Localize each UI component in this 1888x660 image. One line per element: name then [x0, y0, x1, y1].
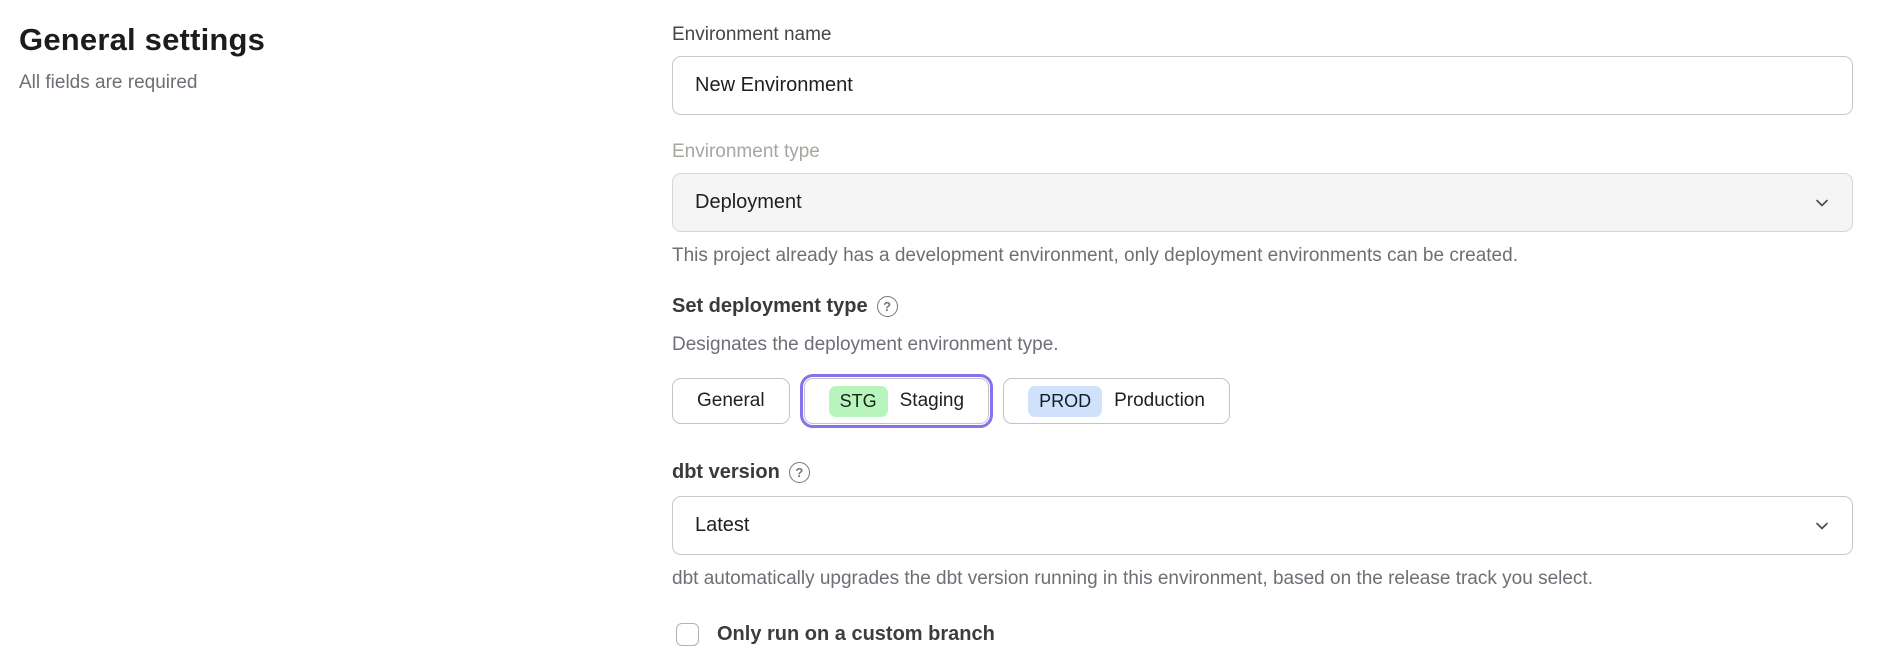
staging-badge: STG — [829, 386, 888, 417]
selected-option-ring: STG Staging — [800, 374, 993, 428]
environment-name-input[interactable] — [672, 56, 1853, 115]
environment-type-field: Environment type Deployment This project… — [672, 141, 1853, 267]
question-mark-circle-icon[interactable]: ? — [877, 296, 898, 317]
question-mark-circle-icon[interactable]: ? — [789, 462, 810, 483]
general-button-label: General — [697, 390, 765, 412]
environment-name-field: Environment name — [672, 24, 1853, 115]
environment-type-select: Deployment — [672, 173, 1853, 232]
dbt-version-section: dbt version ? Latest dbt automatically u… — [672, 461, 1853, 590]
environment-name-label: Environment name — [672, 24, 1853, 46]
deployment-type-heading-text: Set deployment type — [672, 295, 868, 318]
environment-settings-page: General settings All fields are required… — [0, 0, 1888, 660]
custom-branch-checkbox[interactable] — [676, 623, 699, 646]
custom-branch-label: Only run on a custom branch — [717, 623, 995, 646]
chevron-down-icon — [1814, 518, 1830, 534]
dbt-version-heading-text: dbt version — [672, 461, 780, 484]
dbt-version-helper: dbt automatically upgrades the dbt versi… — [672, 568, 1853, 590]
page-subtitle: All fields are required — [19, 72, 619, 94]
deployment-type-staging-button[interactable]: STG Staging — [804, 378, 989, 424]
environment-type-value: Deployment — [695, 191, 802, 214]
dbt-version-value: Latest — [695, 514, 749, 537]
deployment-type-section: Set deployment type ? Designates the dep… — [672, 295, 1853, 428]
production-button-label: Production — [1114, 390, 1205, 412]
deployment-type-heading: Set deployment type ? — [672, 295, 1853, 318]
deployment-type-production-button[interactable]: PROD Production — [1003, 378, 1230, 424]
environment-form: Environment name Environment type Deploy… — [672, 22, 1853, 646]
environment-type-label: Environment type — [672, 141, 1853, 163]
deployment-type-general-button[interactable]: General — [672, 378, 790, 424]
deployment-type-options: General STG Staging PROD Production — [672, 374, 1853, 428]
settings-header: General settings All fields are required — [19, 22, 619, 94]
dbt-version-heading: dbt version ? — [672, 461, 1853, 484]
environment-type-helper: This project already has a development e… — [672, 245, 1853, 267]
deployment-type-description: Designates the deployment environment ty… — [672, 334, 1853, 356]
staging-button-label: Staging — [900, 390, 964, 412]
chevron-down-icon — [1814, 195, 1830, 211]
dbt-version-select[interactable]: Latest — [672, 496, 1853, 555]
production-badge: PROD — [1028, 386, 1102, 417]
custom-branch-field: Only run on a custom branch — [676, 623, 1853, 646]
page-title: General settings — [19, 22, 619, 58]
